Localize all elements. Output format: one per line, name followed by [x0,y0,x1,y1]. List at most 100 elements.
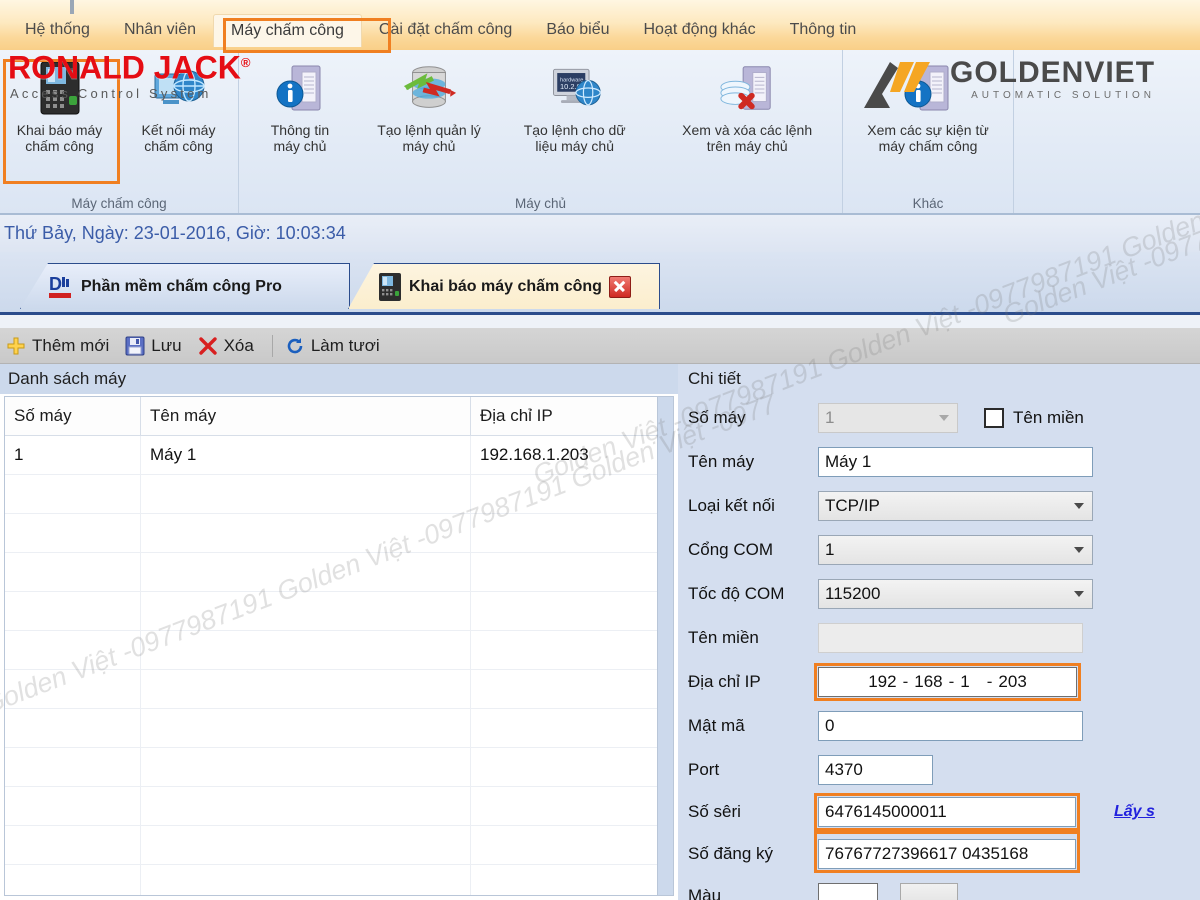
grid-header-dia-chi-ip[interactable]: Địa chỉ IP [471,397,671,435]
dia-chi-ip-input[interactable]: 192 - 168 - 1 - 203 [818,667,1077,697]
table-row-empty[interactable] [5,670,673,709]
save-icon [125,336,145,355]
ribbon-button-tao-lenh-quan-ly-may-chu[interactable]: Tạo lệnh quản lý máy chủ [361,54,497,154]
so-dang-ky-input[interactable]: 76767727396617 0435168 [818,839,1076,869]
toolbar-separator [271,334,273,357]
ten-may-input[interactable]: Máy 1 [818,447,1093,477]
machine-detail-panel: Chi tiết Số máy 1 Tên miền Tên máy Máy 1 [678,364,1200,900]
table-row-empty[interactable] [5,631,673,670]
chevron-down-icon [1074,503,1084,509]
app-logo-icon: D [49,274,71,298]
so-dang-ky-value: 76767727396617 0435168 [825,844,1029,863]
table-row-empty[interactable] [5,826,673,865]
mau-pick-button[interactable] [900,883,958,900]
table-row-empty[interactable] [5,553,673,592]
label-ten-mien-checkbox: Tên miền [1013,408,1084,427]
grid-vertical-scrollbar[interactable] [657,397,673,895]
cong-com-select[interactable]: 1 [818,535,1093,565]
field-row-mau: Màu [688,876,1200,900]
ribbon-button-label: Khai báo máy chấm công [16,122,103,154]
mau-color-preview[interactable] [818,883,878,900]
port-input[interactable]: 4370 [818,755,933,785]
ribbon-group-may-chu: Thông tin máy chủ Tạo lệnh quản lý máy c… [239,50,843,213]
lay-so-seri-link[interactable]: Lấy s [1114,803,1155,821]
menu-item-nhan-vien[interactable]: Nhân viên [107,14,213,46]
menu-item-bao-bieu[interactable]: Báo biểu [529,14,626,46]
table-row-empty[interactable] [5,592,673,631]
ip-octet-4: 203 [998,672,1027,691]
ribbon-group-khac: Xem các sự kiện từ máy chấm công Khác [843,50,1014,213]
loai-ket-noi-select[interactable]: TCP/IP [818,491,1093,521]
save-label: Lưu [151,335,182,355]
menu-item-hoat-dong-khac[interactable]: Hoạt động khác [627,14,773,46]
refresh-button[interactable]: Làm tươi [285,336,380,356]
label-ten-mien: Tên miền [688,628,759,647]
ribbon-button-xem-cac-su-kien[interactable]: Xem các sự kiện từ máy chấm công [843,54,1013,154]
plus-icon [7,337,25,354]
tab-phan-mem-cham-cong-pro[interactable]: D Phần mềm chấm công Pro [20,263,350,309]
ribbon-button-thong-tin-may-chu[interactable]: Thông tin máy chủ [239,54,361,154]
tab-khai-bao-may-cham-cong[interactable]: Khai báo máy chấm công [348,263,660,309]
menu-item-cai-dat-cham-cong[interactable]: Cài đặt chấm công [362,14,529,46]
table-row-empty[interactable] [5,787,673,826]
refresh-label: Làm tươi [310,335,380,355]
table-row-empty[interactable] [5,748,673,787]
menu-item-may-cham-cong[interactable]: Máy chấm công [212,13,362,47]
ribbon-button-ket-noi-may-cham-cong[interactable]: Kết nối máy chấm công [119,54,238,154]
chevron-down-icon [1074,591,1084,597]
ip-octet-2: 168 [914,672,943,691]
machine-detail-form: Số máy 1 Tên miền Tên máy Máy 1 Loại kết… [688,396,1200,900]
info-server-icon [271,58,329,118]
ribbon-button-khai-bao-may-cham-cong[interactable]: Khai báo máy chấm công [0,54,119,154]
field-row-cong-com: Cổng COM 1 [688,528,1200,572]
loai-ket-noi-value: TCP/IP [825,496,880,515]
table-row-empty[interactable] [5,475,673,514]
ribbon-button-label: Tạo lệnh cho dữ liệu máy chủ [523,122,626,154]
label-port: Port [688,760,720,779]
field-row-so-seri: Số sêri 6476145000011 Lấy s [688,792,1200,832]
field-row-toc-do-com: Tốc độ COM 115200 [688,572,1200,616]
delete-x-icon [198,336,217,355]
machine-list-grid[interactable]: Số máy Tên máy Địa chỉ IP 1 Máy 1 192.16… [4,396,674,896]
label-mau: Màu [688,886,722,900]
refresh-icon [287,337,303,353]
add-new-button[interactable]: Thêm mới [6,336,109,356]
toc-do-com-select[interactable]: 115200 [818,579,1093,609]
ribbon-group-label-may-chu: Máy chủ [514,196,567,211]
field-row-loai-ket-noi: Loại kết nối TCP/IP [688,484,1200,528]
table-row-empty[interactable] [5,514,673,553]
application-window: Hệ thống Nhân viên Máy chấm công Cài đặt… [0,0,1200,900]
so-may-select[interactable]: 1 [818,403,958,433]
ribbon-button-xem-va-xoa-cac-lenh[interactable]: Xem và xóa các lệnh trên máy chủ [652,54,842,154]
grid-header-ten-may[interactable]: Tên máy [141,397,471,435]
detail-panel-title: Chi tiết [688,369,741,388]
ribbon-button-tao-lenh-cho-du-lieu-may-chu[interactable]: hardware 10.2.0.1 Tạo lệnh cho dữ liệu m… [497,54,652,154]
menu-item-thong-tin[interactable]: Thông tin [773,14,874,46]
ribbon-button-label: Xem các sự kiện từ máy chấm công [867,122,989,154]
label-loai-ket-noi: Loại kết nối [688,496,775,515]
window-edge-marker [70,0,74,14]
table-row[interactable]: 1 Máy 1 192.168.1.203 [5,436,673,475]
label-dia-chi-ip: Địa chỉ IP [688,672,761,691]
network-globe-icon [150,58,208,118]
field-row-ten-may: Tên máy Máy 1 [688,440,1200,484]
grid-header-row: Số máy Tên máy Địa chỉ IP [5,397,673,436]
table-row-empty[interactable] [5,865,673,895]
save-button[interactable]: Lưu [125,335,182,356]
mat-ma-input[interactable]: 0 [818,711,1083,741]
status-datetime-text: Thứ Bảy, Ngày: 23-01-2016, Giờ: 10:03:34 [4,223,346,243]
cell-ten-may: Máy 1 [141,436,471,474]
ribbon-button-label: Xem và xóa các lệnh trên máy chủ [682,122,813,154]
ten-mien-checkbox[interactable] [984,408,1004,428]
delete-button[interactable]: Xóa [198,336,254,356]
database-delete-icon [718,58,776,118]
ten-mien-input[interactable] [818,623,1083,653]
so-seri-input[interactable]: 6476145000011 [818,797,1076,827]
delete-label: Xóa [223,335,254,355]
monitor-globe-icon: hardware 10.2.0.1 [546,58,604,118]
grid-header-so-may[interactable]: Số máy [5,397,141,435]
table-row-empty[interactable] [5,709,673,748]
menu-item-he-thong[interactable]: Hệ thống [8,14,107,46]
ribbon-group-label-khac: Khác [912,196,944,211]
close-icon[interactable] [608,275,631,298]
